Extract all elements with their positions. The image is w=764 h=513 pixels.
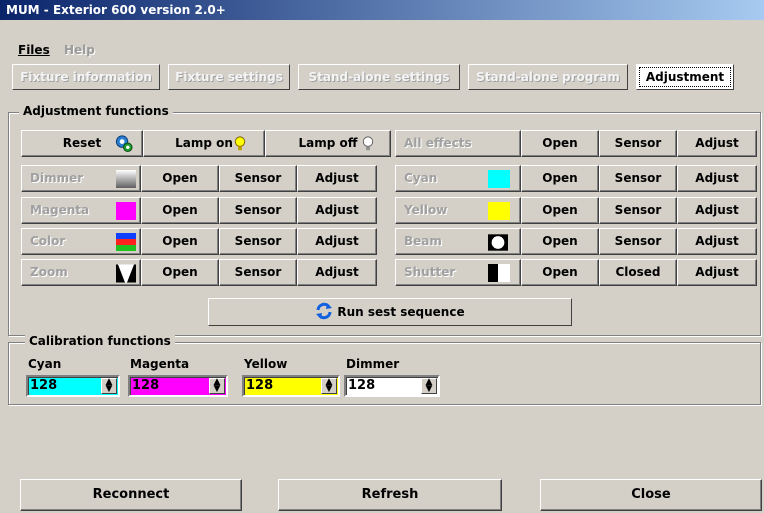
- cyan-sensor-button[interactable]: Sensor: [599, 165, 677, 192]
- window-title: MUM - Exterior 600 version 2.0+: [0, 0, 764, 20]
- cyan-label: Cyan: [404, 171, 438, 185]
- zoom-open-button[interactable]: Open: [141, 259, 219, 286]
- zoom-cone-icon: [116, 264, 136, 283]
- cyan-swatch-icon: [488, 170, 510, 188]
- zoom-sensor-button[interactable]: Sensor: [219, 259, 297, 286]
- lightbulb-off-icon: [362, 136, 374, 151]
- dimmer-sensor-button[interactable]: Sensor: [219, 165, 297, 192]
- tab-stand-alone-settings[interactable]: Stand-alone settings: [298, 64, 460, 90]
- lamp-on-label: Lamp on: [175, 136, 233, 150]
- spinner-arrows-icon[interactable]: ▲ ▼: [101, 378, 117, 394]
- dimmer-label: Dimmer: [30, 171, 84, 185]
- adjustment-functions-legend: Adjustment functions: [19, 104, 173, 118]
- tab-fixture-information[interactable]: Fixture information: [12, 64, 160, 90]
- shutter-label: Shutter: [404, 265, 456, 279]
- lamp-on-button[interactable]: Lamp on: [143, 130, 265, 157]
- cyan-calibration-value: 128: [30, 378, 58, 393]
- zoom-adjust-button[interactable]: Adjust: [297, 259, 377, 286]
- lightbulb-on-icon: [234, 136, 246, 151]
- beam-label: Beam: [404, 234, 442, 248]
- refresh-button[interactable]: Refresh: [278, 479, 502, 511]
- cyan-calibration-label: Cyan: [28, 357, 62, 371]
- dimmer-adjust-button[interactable]: Adjust: [297, 165, 377, 192]
- dimmer-open-button[interactable]: Open: [141, 165, 219, 192]
- menu-files[interactable]: Files: [18, 43, 50, 57]
- dimmer-calibration-spinner[interactable]: 128 ▲ ▼: [344, 375, 440, 397]
- beam-adjust-button[interactable]: Adjust: [677, 228, 757, 255]
- lamp-off-label: Lamp off: [298, 136, 358, 150]
- all-effects-button[interactable]: All effects: [395, 130, 521, 157]
- menu-help[interactable]: Help: [64, 43, 95, 57]
- dimmer-calibration-value: 128: [348, 378, 376, 393]
- run-sequence-label: Run sest sequence: [337, 305, 465, 319]
- tab-fixture-settings[interactable]: Fixture settings: [168, 64, 290, 90]
- zoom-row-button[interactable]: Zoom: [21, 259, 141, 286]
- all-effects-adjust-button[interactable]: Adjust: [677, 130, 757, 157]
- magenta-adjust-button[interactable]: Adjust: [297, 197, 377, 224]
- cyan-row-button[interactable]: Cyan: [395, 165, 521, 192]
- yellow-swatch-icon: [488, 202, 510, 220]
- reset-button[interactable]: Reset: [21, 130, 143, 157]
- shutter-open-button[interactable]: Open: [521, 259, 599, 286]
- zoom-label: Zoom: [30, 265, 68, 279]
- color-label: Color: [30, 234, 66, 248]
- tab-stand-alone-program[interactable]: Stand-alone program: [468, 64, 628, 90]
- beam-open-button[interactable]: Open: [521, 228, 599, 255]
- menu-files-label: Files: [18, 43, 50, 57]
- menu-help-label: Help: [64, 43, 95, 57]
- gear-icon: [115, 135, 133, 153]
- spinner-arrows-icon[interactable]: ▲ ▼: [421, 378, 437, 394]
- yellow-calibration-value: 128: [246, 378, 274, 393]
- magenta-sensor-button[interactable]: Sensor: [219, 197, 297, 224]
- color-adjust-button[interactable]: Adjust: [297, 228, 377, 255]
- magenta-label: Magenta: [30, 203, 90, 217]
- magenta-swatch-icon: [116, 202, 136, 220]
- dimmer-row-button[interactable]: Dimmer: [21, 165, 141, 192]
- color-row-button[interactable]: Color: [21, 228, 141, 255]
- dimmer-gradient-icon: [116, 170, 136, 188]
- cyan-calibration-spinner[interactable]: 128 ▲ ▼: [26, 375, 120, 397]
- yellow-open-button[interactable]: Open: [521, 197, 599, 224]
- beam-icon: [488, 234, 508, 251]
- yellow-sensor-button[interactable]: Sensor: [599, 197, 677, 224]
- magenta-calibration-spinner[interactable]: 128 ▲ ▼: [128, 375, 228, 397]
- shutter-closed-button[interactable]: Closed: [599, 259, 677, 286]
- close-button[interactable]: Close: [540, 479, 762, 511]
- all-effects-sensor-button[interactable]: Sensor: [599, 130, 677, 157]
- all-effects-open-button[interactable]: Open: [521, 130, 599, 157]
- yellow-calibration-label: Yellow: [244, 357, 288, 371]
- magenta-open-button[interactable]: Open: [141, 197, 219, 224]
- color-wheel-icon: [116, 233, 136, 251]
- spinner-arrows-icon[interactable]: ▲ ▼: [209, 378, 225, 394]
- color-open-button[interactable]: Open: [141, 228, 219, 255]
- magenta-calibration-label: Magenta: [130, 357, 190, 371]
- shutter-icon: [488, 264, 510, 282]
- magenta-row-button[interactable]: Magenta: [21, 197, 141, 224]
- lamp-off-button[interactable]: Lamp off: [265, 130, 391, 157]
- magenta-calibration-value: 128: [132, 378, 160, 393]
- spinner-arrows-icon[interactable]: ▲ ▼: [321, 378, 337, 394]
- reconnect-button[interactable]: Reconnect: [20, 479, 242, 511]
- tab-adjustment[interactable]: Adjustment: [636, 64, 734, 90]
- cyan-adjust-button[interactable]: Adjust: [677, 165, 757, 192]
- beam-row-button[interactable]: Beam: [395, 228, 521, 255]
- yellow-adjust-button[interactable]: Adjust: [677, 197, 757, 224]
- shutter-adjust-button[interactable]: Adjust: [677, 259, 757, 286]
- menu-bar: Files Help: [0, 40, 764, 60]
- yellow-label: Yellow: [404, 203, 448, 217]
- calibration-functions-legend: Calibration functions: [25, 334, 175, 348]
- refresh-icon: [316, 302, 333, 320]
- yellow-calibration-spinner[interactable]: 128 ▲ ▼: [242, 375, 340, 397]
- shutter-row-button[interactable]: Shutter: [395, 259, 521, 286]
- run-test-sequence-button[interactable]: Run sest sequence: [208, 298, 572, 326]
- reset-label: Reset: [62, 136, 102, 150]
- dimmer-calibration-label: Dimmer: [346, 357, 400, 371]
- beam-sensor-button[interactable]: Sensor: [599, 228, 677, 255]
- color-sensor-button[interactable]: Sensor: [219, 228, 297, 255]
- yellow-row-button[interactable]: Yellow: [395, 197, 521, 224]
- cyan-open-button[interactable]: Open: [521, 165, 599, 192]
